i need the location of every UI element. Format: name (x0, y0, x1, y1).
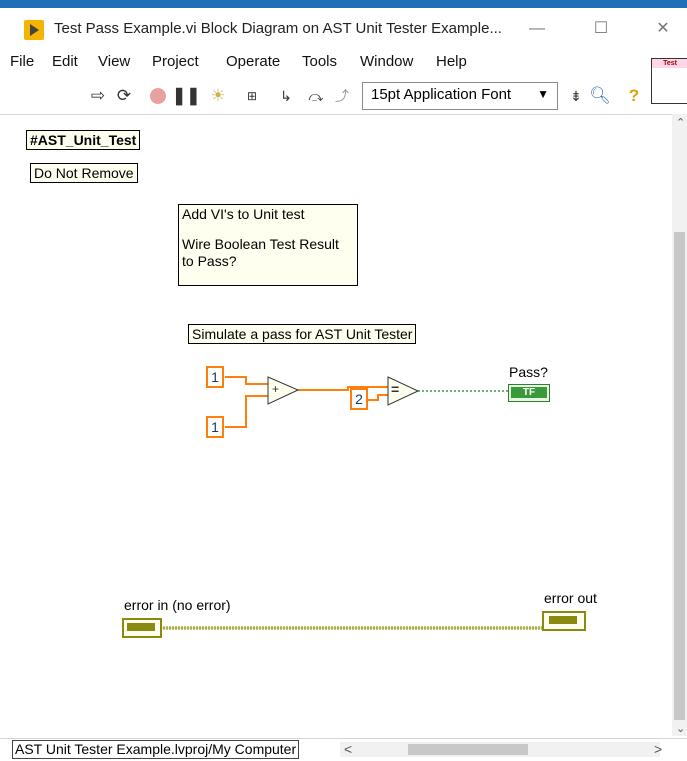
numeric-constant-c[interactable]: 2 (350, 388, 368, 410)
wire-add-to-equal (298, 386, 388, 391)
horizontal-scroll-thumb[interactable] (408, 744, 528, 755)
instructions-line-1: Add VI's to Unit test (182, 206, 305, 222)
vertical-scroll-thumb[interactable] (674, 232, 685, 720)
abort-icon[interactable] (146, 84, 170, 108)
pass-terminal-tf: TF (511, 387, 547, 398)
error-out-terminal[interactable] (542, 611, 586, 631)
menu-file[interactable]: File (10, 53, 34, 70)
vi-icon-label: Test (652, 59, 687, 68)
chevron-down-icon: ▼ (537, 87, 549, 101)
step-into-icon[interactable]: ↳ (274, 84, 298, 108)
scroll-left-icon[interactable]: < (344, 741, 352, 757)
error-in-terminal[interactable] (122, 618, 162, 638)
error-out-label: error out (544, 590, 597, 606)
font-select[interactable]: 15pt Application Font ▼ (362, 82, 558, 110)
step-over-icon[interactable]: ⤼ (304, 84, 328, 108)
font-select-value: 15pt Application Font (371, 86, 512, 103)
highlight-execution-icon[interactable]: ☀ (206, 84, 230, 108)
menu-project[interactable]: Project (152, 53, 199, 70)
pass-indicator-label: Pass? (509, 364, 548, 380)
minimize-button[interactable]: — (514, 14, 560, 44)
numeric-constant-b[interactable]: 1 (206, 416, 224, 438)
run-continuously-icon[interactable]: ⟳ (112, 84, 136, 108)
top-accent-strip (0, 0, 687, 8)
menu-edit[interactable]: Edit (52, 53, 78, 70)
wire-const-b-to-add (225, 395, 268, 428)
error-cluster-icon (127, 623, 155, 631)
pass-indicator-terminal[interactable]: TF (508, 384, 550, 402)
scroll-down-icon[interactable]: ⌄ (676, 722, 685, 735)
do-not-remove-label[interactable]: Do Not Remove (30, 163, 138, 183)
instructions-line-2: Wire Boolean Test Result (182, 236, 339, 252)
instructions-comment[interactable]: Add VI's to Unit test Wire Boolean Test … (178, 204, 358, 286)
error-in-label: error in (no error) (124, 597, 231, 613)
context-help-icon[interactable]: ? (622, 84, 646, 108)
menu-view[interactable]: View (98, 53, 130, 70)
numeric-constant-a[interactable]: 1 (206, 366, 224, 388)
instructions-line-3: to Pass? (182, 253, 237, 269)
equal-symbol[interactable]: = (391, 381, 399, 397)
error-cluster-icon (549, 616, 577, 624)
menu-operate[interactable]: Operate (226, 53, 280, 70)
close-button[interactable]: ✕ (640, 14, 686, 44)
wire-const-c-to-equal (368, 394, 388, 401)
wire-const-a-to-add (225, 376, 268, 385)
simulate-pass-label[interactable]: Simulate a pass for AST Unit Tester (188, 324, 417, 344)
add-symbol[interactable]: + (272, 382, 279, 396)
retain-wire-values-icon[interactable]: ⊞ (240, 84, 264, 108)
search-icon[interactable]: 🔍︎ (588, 84, 612, 108)
ast-unit-test-tag[interactable]: #AST_Unit_Test (26, 130, 141, 150)
run-arrow-icon[interactable]: ⇨ (86, 84, 110, 108)
menu-help[interactable]: Help (436, 53, 467, 70)
scroll-up-icon[interactable]: ⌃ (676, 116, 685, 129)
menu-window[interactable]: Window (360, 53, 413, 70)
step-out-icon[interactable]: ⤴ (330, 84, 354, 108)
vi-icon: Test (651, 58, 687, 104)
scroll-right-icon[interactable]: > (654, 741, 662, 757)
menu-tools[interactable]: Tools (302, 53, 337, 70)
project-context-path[interactable]: AST Unit Tester Example.lvproj/My Comput… (12, 740, 300, 759)
align-objects-icon[interactable]: ⇟ (564, 84, 588, 108)
pause-icon[interactable]: ❚❚ (172, 84, 201, 108)
labview-app-icon (24, 20, 44, 40)
vi-icon-pane[interactable]: Test (650, 48, 687, 112)
maximize-button[interactable]: ☐ (578, 14, 624, 44)
window-title: Test Pass Example.vi Block Diagram on AS… (54, 20, 502, 37)
